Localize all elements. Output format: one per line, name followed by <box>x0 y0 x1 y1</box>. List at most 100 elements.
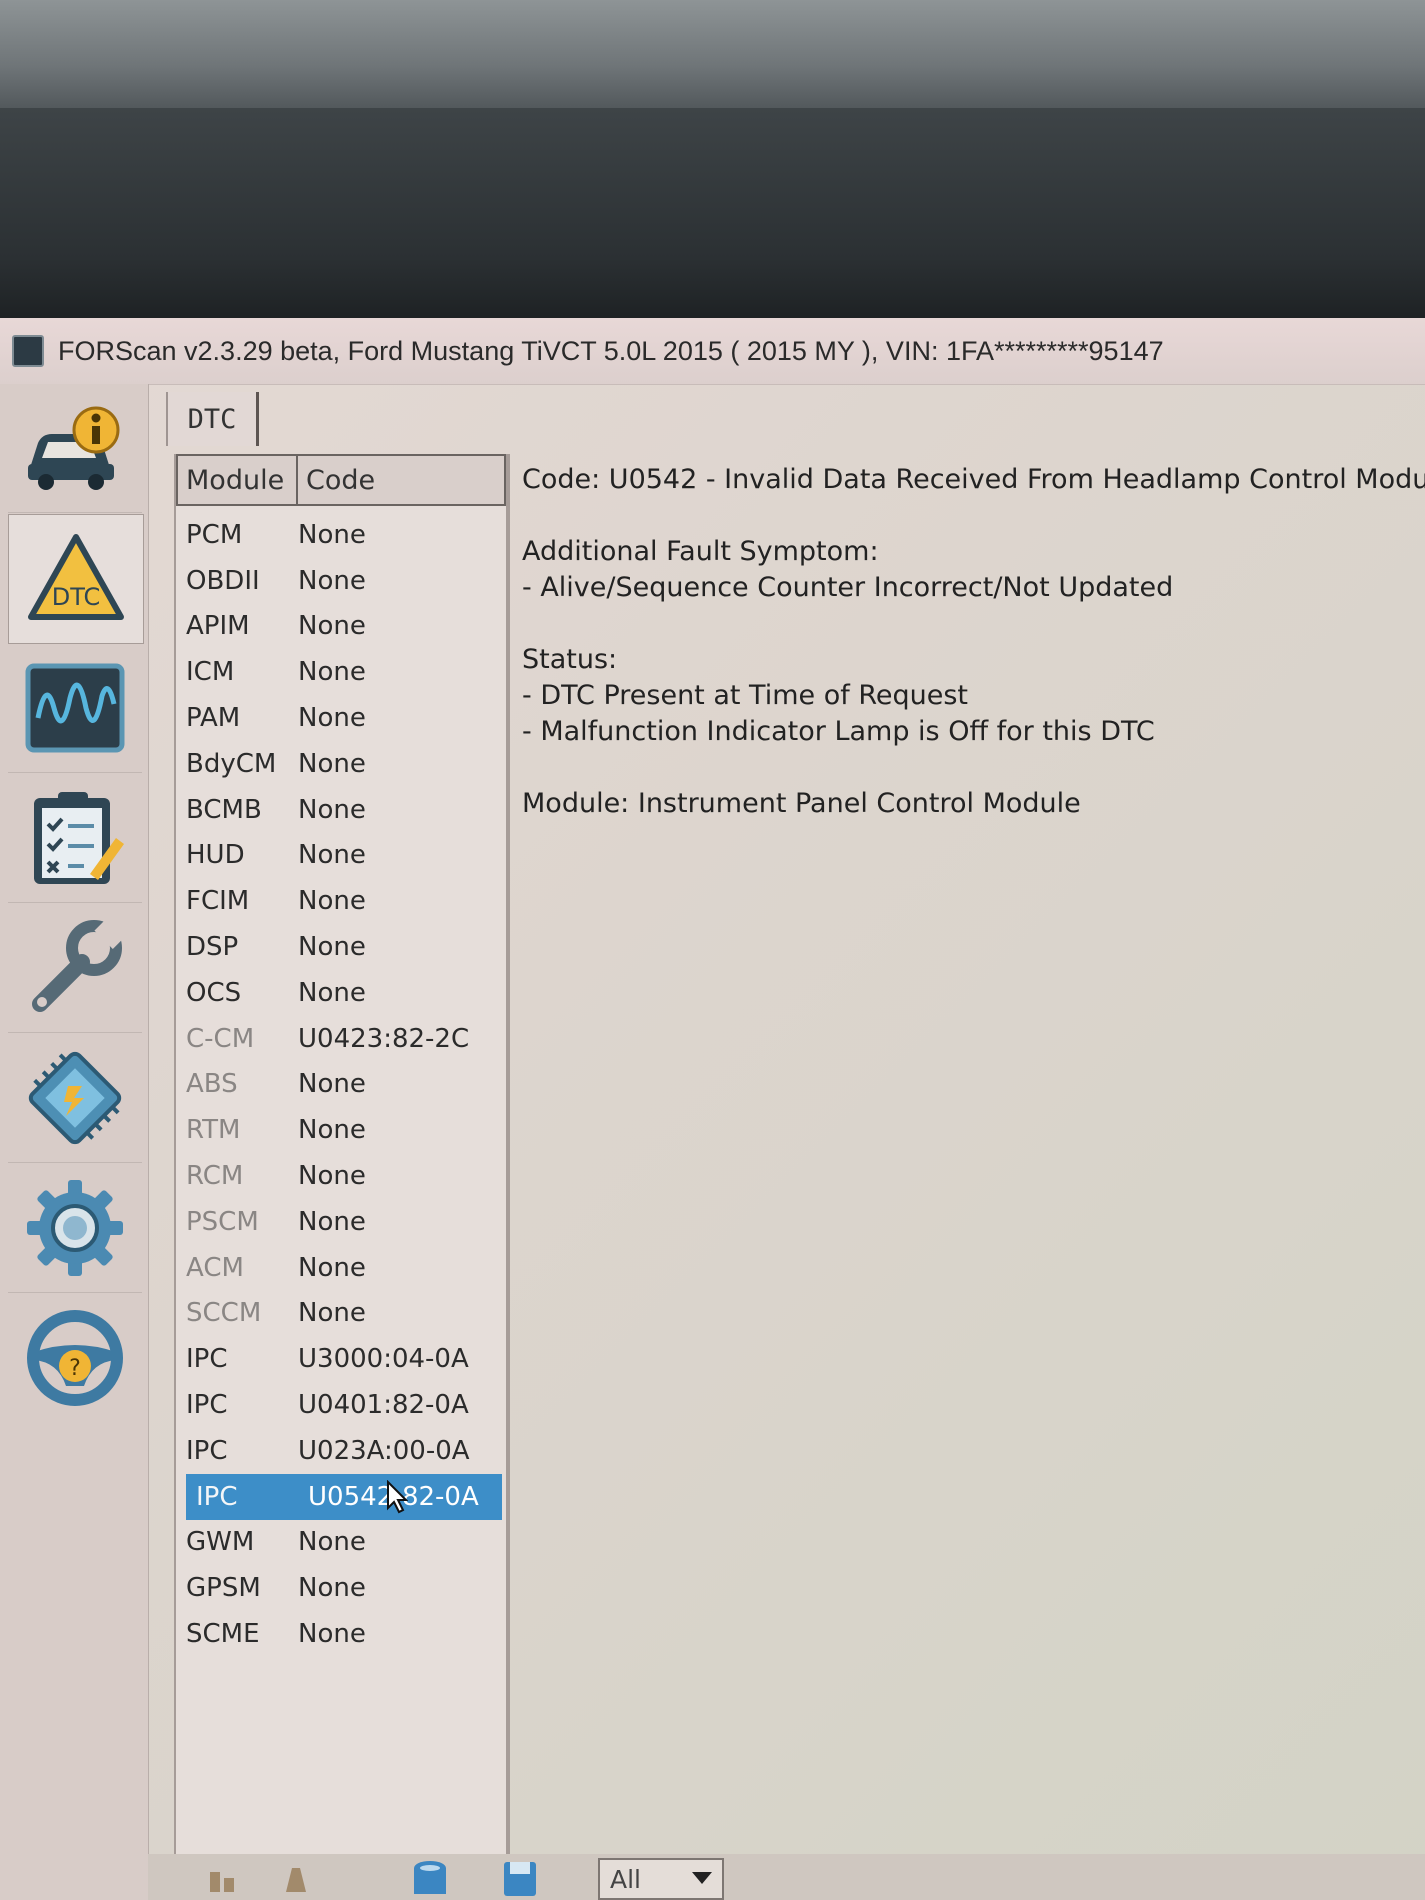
database-icon[interactable] <box>410 1858 450 1898</box>
code-cell: None <box>298 657 366 688</box>
code-cell: None <box>298 1161 366 1192</box>
table-row[interactable]: PAM None <box>176 695 506 741</box>
sidebar-item-service[interactable] <box>8 904 142 1033</box>
code-cell: None <box>298 886 366 917</box>
read-icon[interactable] <box>204 1858 244 1898</box>
module-cell: OBDII <box>186 565 260 596</box>
code-cell: None <box>298 611 366 642</box>
sidebar-item-vehicle-info[interactable] <box>8 384 142 513</box>
code-cell: None <box>298 565 366 596</box>
table-row[interactable]: ACM None <box>176 1245 506 1291</box>
module-cell: PAM <box>186 703 241 734</box>
table-row[interactable]: SCME None <box>176 1611 506 1657</box>
code-cell: U0401:82-0A <box>298 1390 469 1421</box>
app-icon <box>12 335 44 367</box>
sidebar-item-help[interactable]: ? <box>8 1294 142 1422</box>
module-cell: IPC <box>196 1481 238 1512</box>
svg-text:?: ? <box>69 1356 81 1381</box>
code-cell: U023A:00-0A <box>298 1435 470 1466</box>
module-cell: SCCM <box>186 1298 262 1329</box>
module-cell: FCIM <box>186 886 250 917</box>
module-cell: OCS <box>186 977 242 1008</box>
code-cell: None <box>298 1115 366 1146</box>
sidebar-item-dtc[interactable]: DTC <box>8 514 144 644</box>
module-cell: SCME <box>186 1619 260 1650</box>
table-row[interactable]: IPC U023A:00-0A <box>176 1428 506 1474</box>
status-item: - DTC Present at Time of Request <box>522 680 969 711</box>
table-row[interactable]: BdyCM None <box>176 741 506 787</box>
monitor-bezel <box>0 108 1425 323</box>
module-cell: HUD <box>186 840 245 871</box>
code-cell: None <box>298 1619 366 1650</box>
sidebar-item-settings[interactable] <box>8 1164 142 1293</box>
table-row[interactable]: IPCU0542:82-0A <box>186 1473 502 1520</box>
checklist-icon <box>34 792 124 884</box>
clear-icon[interactable] <box>278 1858 318 1898</box>
code-cell: None <box>298 1206 366 1237</box>
table-row[interactable]: HUD None <box>176 833 506 879</box>
module-cell: IPC <box>186 1344 228 1375</box>
bottom-toolbar: All <box>148 1854 1425 1900</box>
code-cell: None <box>298 703 366 734</box>
sidebar-item-checklist[interactable] <box>8 774 142 903</box>
status-heading: Status: <box>522 644 618 675</box>
save-icon[interactable] <box>500 1858 540 1898</box>
oscilloscope-icon <box>25 663 125 753</box>
module-cell: DSP <box>186 932 239 963</box>
table-row[interactable]: OBDII None <box>176 558 506 604</box>
code-cell: None <box>298 1573 366 1604</box>
module-cell: ABS <box>186 1069 238 1100</box>
table-row[interactable]: GPSM None <box>176 1565 506 1611</box>
code-cell: None <box>298 1252 366 1283</box>
table-row[interactable]: PSCM None <box>176 1199 506 1245</box>
module-list: Module Code PCM None OBDII None APIM None ICM N… <box>174 454 508 1894</box>
tab-dtc[interactable]: DTC <box>166 392 259 446</box>
table-row[interactable]: RCM None <box>176 1153 506 1199</box>
module-cell: IPC <box>186 1435 228 1466</box>
table-row[interactable]: OCS None <box>176 970 506 1016</box>
module-cell: IPC <box>186 1390 228 1421</box>
dtc-warning-icon: DTC <box>28 534 124 620</box>
module-cell: C-CM <box>186 1023 255 1054</box>
svg-text:DTC: DTC <box>52 583 101 611</box>
table-row[interactable]: PCM None <box>176 512 506 558</box>
code-cell: None <box>298 1298 366 1329</box>
module-name: Module: Instrument Panel Control Module <box>522 788 1081 819</box>
sidebar-item-oscilloscope[interactable] <box>8 644 142 773</box>
table-row[interactable]: IPC U3000:04-0A <box>176 1336 506 1382</box>
column-header-module[interactable]: Module <box>176 454 298 506</box>
table-row[interactable]: SCCM None <box>176 1291 506 1337</box>
table-row[interactable]: APIM None <box>176 604 506 650</box>
list-header: Module Code <box>176 454 506 510</box>
code-cell: None <box>298 1069 366 1100</box>
table-row[interactable]: ABS None <box>176 1062 506 1108</box>
vehicle-info-icon <box>28 406 120 490</box>
code-cell: None <box>298 748 366 779</box>
filter-dropdown[interactable]: All <box>598 1858 724 1900</box>
table-row[interactable]: C-CM U0423:82-2C <box>176 1016 506 1062</box>
table-row[interactable]: RTM None <box>176 1107 506 1153</box>
code-cell: None <box>298 840 366 871</box>
module-cell: RTM <box>186 1115 241 1146</box>
status-item: - Malfunction Indicator Lamp is Off for … <box>522 716 1155 747</box>
table-row[interactable]: IPC U0401:82-0A <box>176 1382 506 1428</box>
module-cell: BdyCM <box>186 748 277 779</box>
dtc-code-description: Code: U0542 - Invalid Data Received From… <box>522 464 1425 495</box>
module-cell: APIM <box>186 611 250 642</box>
mouse-cursor-icon <box>387 1479 408 1514</box>
table-row[interactable]: FCIM None <box>176 878 506 924</box>
sidebar: DTC ? <box>0 384 149 1900</box>
fault-symptom-heading: Additional Fault Symptom: <box>522 536 879 567</box>
table-row[interactable]: BCMB None <box>176 787 506 833</box>
help-steering-wheel-icon: ? <box>27 1310 123 1406</box>
code-cell: None <box>298 977 366 1008</box>
table-row[interactable]: ICM None <box>176 649 506 695</box>
table-row[interactable]: DSP None <box>176 924 506 970</box>
dtc-details-panel: Code: U0542 - Invalid Data Received From… <box>508 454 1425 1894</box>
module-cell: PSCM <box>186 1206 259 1237</box>
code-cell: None <box>298 1527 366 1558</box>
column-header-code[interactable]: Code <box>298 454 506 506</box>
sidebar-item-configuration[interactable] <box>8 1034 142 1163</box>
code-cell: None <box>298 794 366 825</box>
table-row[interactable]: GWM None <box>176 1520 506 1566</box>
